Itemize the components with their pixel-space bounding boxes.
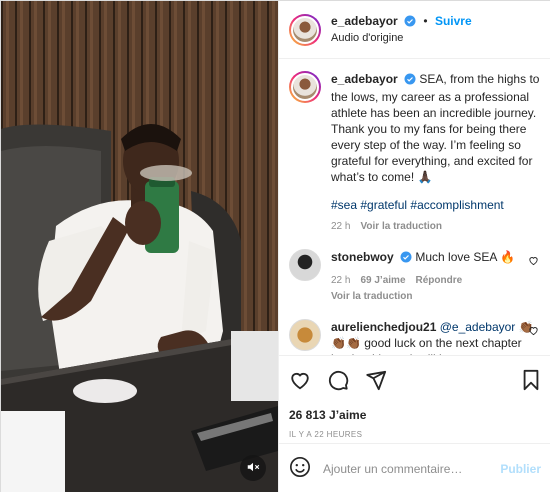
comment-text: Much love SEA 🔥 xyxy=(415,250,516,264)
comment-age[interactable]: 22 h xyxy=(331,273,350,289)
avatar[interactable] xyxy=(289,319,321,351)
header-text: e_adebayor • Suivre Audio d'origine xyxy=(331,14,472,46)
action-icons xyxy=(289,368,541,392)
caption: e_adebayor SEA, from the highs to the lo… xyxy=(289,71,541,235)
verified-badge-icon xyxy=(400,251,412,267)
username-link[interactable]: aurelienchedjou21 xyxy=(331,320,436,334)
speaker-muted-icon xyxy=(246,460,260,477)
separator-dot: • xyxy=(423,13,428,28)
username-link[interactable]: e_adebayor xyxy=(331,72,398,86)
follow-button[interactable]: Suivre xyxy=(435,14,472,28)
post-actions: 26 813 J’aime IL Y A 22 HEURES xyxy=(279,355,550,439)
heart-icon[interactable] xyxy=(528,255,539,269)
see-translation-link[interactable]: Voir la traduction xyxy=(331,289,413,305)
username-link[interactable]: e_adebayor xyxy=(331,14,398,28)
post-dialog: e_adebayor • Suivre Audio d'origine e_ad… xyxy=(0,0,550,492)
hashtags[interactable]: #sea #grateful #accomplishment xyxy=(331,197,541,213)
verified-badge-icon xyxy=(404,15,416,31)
caption-body: e_adebayor SEA, from the highs to the lo… xyxy=(331,71,541,235)
comments-list[interactable]: e_adebayor SEA, from the highs to the lo… xyxy=(279,59,550,355)
see-translation-link[interactable]: Voir la traduction xyxy=(360,219,442,235)
comment-input[interactable] xyxy=(323,461,501,476)
verified-badge-icon xyxy=(404,73,416,89)
reply-button[interactable]: Répondre xyxy=(416,273,463,289)
caption-age[interactable]: 22 h xyxy=(331,219,350,235)
audio-link[interactable]: Audio d'origine xyxy=(331,31,472,46)
mute-button[interactable] xyxy=(240,455,266,481)
comment-body: stonebwoy Much love SEA 🔥 22 h 69 J’aime… xyxy=(331,249,541,305)
post-header: e_adebayor • Suivre Audio d'origine xyxy=(279,1,550,59)
heart-icon[interactable] xyxy=(289,369,311,391)
publish-button[interactable]: Publier xyxy=(500,462,541,476)
video-frame xyxy=(1,1,278,492)
comment-icon[interactable] xyxy=(327,369,349,391)
avatar[interactable] xyxy=(289,71,321,103)
avatar[interactable] xyxy=(289,249,321,281)
avatar[interactable] xyxy=(289,13,321,46)
likes-count[interactable]: 26 813 J’aime xyxy=(289,408,541,422)
comment-body: aurelienchedjou21 @e_adebayor 👏🏾 👏🏾👏🏾 go… xyxy=(331,319,541,355)
mention-link[interactable]: @e_adebayor xyxy=(440,320,516,334)
emoji-icon[interactable] xyxy=(289,456,311,481)
post-side-panel: e_adebayor • Suivre Audio d'origine e_ad… xyxy=(278,1,550,492)
list-item: stonebwoy Much love SEA 🔥 22 h 69 J’aime… xyxy=(289,249,541,305)
username-link[interactable]: stonebwoy xyxy=(331,250,394,264)
caption-meta: 22 h Voir la traduction xyxy=(331,219,541,235)
list-item: aurelienchedjou21 @e_adebayor 👏🏾 👏🏾👏🏾 go… xyxy=(289,319,541,355)
bookmark-icon[interactable] xyxy=(521,369,541,391)
heart-icon[interactable] xyxy=(528,325,539,339)
paper-plane-icon[interactable] xyxy=(365,369,387,391)
comment-likes[interactable]: 69 J’aime xyxy=(360,273,405,289)
post-video[interactable] xyxy=(1,1,278,492)
post-timestamp[interactable]: IL Y A 22 HEURES xyxy=(289,430,541,439)
add-comment-bar: Publier xyxy=(279,443,550,492)
comment-meta: 22 h 69 J’aime Répondre Voir la traducti… xyxy=(331,273,541,305)
caption-text: SEA, from the highs to the lows, my care… xyxy=(331,72,540,184)
